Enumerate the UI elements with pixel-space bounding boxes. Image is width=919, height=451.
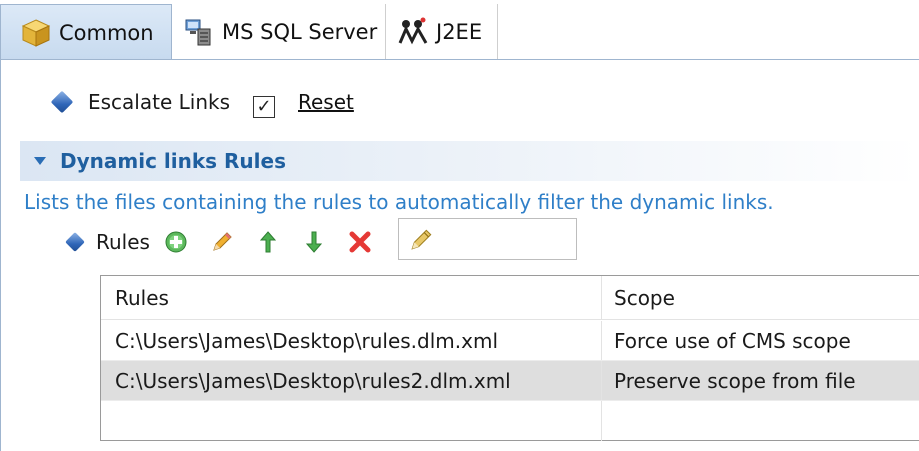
tab-label: MS SQL Server	[222, 20, 378, 44]
column-header-scope[interactable]: Scope	[602, 276, 919, 319]
scope-cell: Preserve scope from file	[614, 368, 856, 393]
diamond-bullet-icon	[65, 232, 85, 252]
table-row[interactable]: C:\Users\James\Desktop\rules2.dlm.xml Pr…	[101, 361, 919, 401]
rules-filter-input[interactable]	[398, 218, 577, 260]
escalate-links-checkbox[interactable]: ✓	[253, 96, 275, 118]
tab-divider	[0, 59, 919, 60]
collapse-triangle-icon[interactable]	[34, 157, 46, 165]
empty-cell	[602, 401, 919, 441]
tab-j2ee[interactable]: J2EE	[386, 4, 498, 60]
j2ee-icon	[398, 17, 428, 45]
escalate-links-row: Escalate Links	[50, 84, 231, 120]
rules-table: Rules Scope C:\Users\James\Desktop\rules…	[100, 275, 919, 441]
rules-label: Rules	[96, 230, 150, 254]
diamond-bullet-icon	[50, 90, 74, 114]
table-header: Rules Scope	[101, 276, 919, 320]
pen-filter-icon	[411, 229, 432, 250]
add-icon[interactable]	[164, 230, 188, 254]
table-empty-row	[101, 401, 919, 441]
database-server-icon	[185, 19, 211, 46]
rule-path-cell: C:\Users\James\Desktop\rules.dlm.xml	[101, 321, 602, 360]
move-down-icon[interactable]	[302, 230, 326, 254]
column-header-rules[interactable]: Rules	[101, 276, 602, 319]
section-description: Lists the files containing the rules to …	[24, 190, 774, 214]
tab-label: J2EE	[436, 20, 483, 44]
move-up-icon[interactable]	[256, 230, 280, 254]
edit-icon[interactable]	[210, 230, 234, 254]
tab-label: Common	[59, 20, 154, 45]
escalate-links-label: Escalate Links	[88, 90, 231, 114]
section-title: Dynamic links Rules	[60, 149, 286, 173]
empty-cell	[101, 401, 602, 441]
delete-icon[interactable]	[348, 230, 372, 254]
tab-common[interactable]: Common	[0, 4, 172, 60]
panel-border	[0, 59, 1, 451]
scope-cell: Force use of CMS scope	[614, 328, 851, 353]
table-row[interactable]: C:\Users\James\Desktop\rules.dlm.xml For…	[101, 321, 919, 361]
section-header[interactable]: Dynamic links Rules	[34, 146, 286, 176]
tab-ms-sql-server[interactable]: MS SQL Server	[172, 4, 386, 60]
editor-page: Common MS SQL Server J2EE Escalate Links…	[0, 0, 919, 451]
tab-bar: Common MS SQL Server J2EE	[0, 0, 919, 64]
rules-toolbar: Rules	[65, 224, 394, 260]
rule-path-cell: C:\Users\James\Desktop\rules2.dlm.xml	[101, 361, 602, 400]
reset-link[interactable]: Reset	[298, 90, 354, 114]
check-icon: ✓	[256, 96, 272, 117]
package-icon	[21, 18, 51, 47]
